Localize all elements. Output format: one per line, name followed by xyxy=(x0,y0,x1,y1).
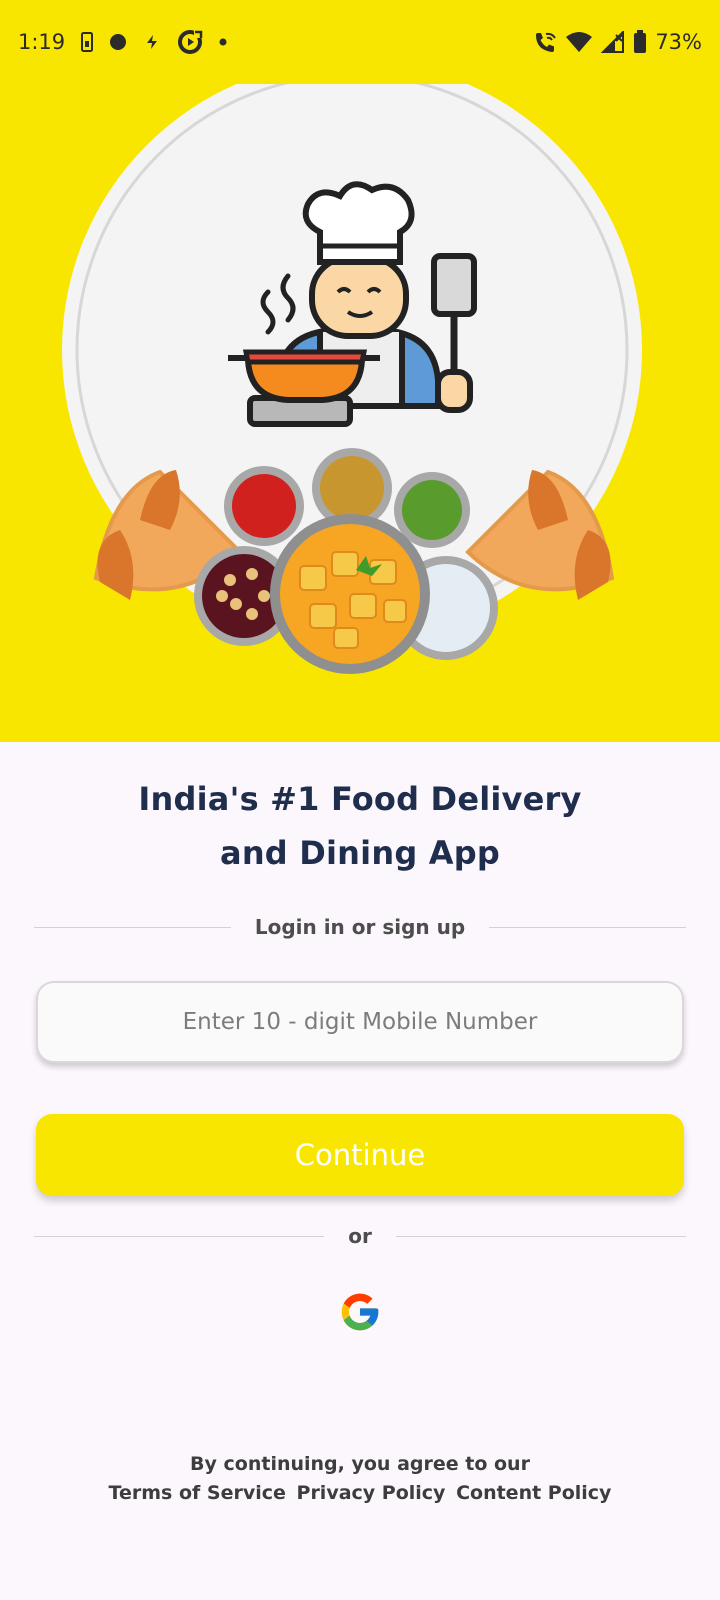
headline: India's #1 Food Delivery and Dining App xyxy=(0,772,720,880)
sync-icon xyxy=(177,29,203,55)
status-bar: 1:19 73% xyxy=(0,0,720,84)
circle-notification-icon xyxy=(109,33,127,51)
privacy-policy-link[interactable]: Privacy Policy xyxy=(297,1482,446,1504)
sim-card-icon xyxy=(81,32,94,52)
battery-percent: 73% xyxy=(655,30,702,54)
content-policy-link[interactable]: Content Policy xyxy=(456,1482,611,1504)
or-divider: or xyxy=(34,1216,687,1256)
wifi-calling-icon xyxy=(533,31,557,53)
headline-line-1: India's #1 Food Delivery xyxy=(138,780,582,818)
or-line-left xyxy=(34,1235,325,1237)
policy-links: Terms of Service Privacy Policy Content … xyxy=(0,1479,720,1508)
divider-line-left xyxy=(34,926,231,928)
divider-line-right xyxy=(489,926,686,928)
login-signup-label: Login in or sign up xyxy=(254,915,466,939)
headline-line-2: and Dining App xyxy=(220,834,500,872)
wifi-icon xyxy=(565,31,593,53)
google-signin-button[interactable] xyxy=(336,1288,384,1336)
battery-icon xyxy=(633,30,647,54)
terms-of-service-link[interactable]: Terms of Service xyxy=(109,1482,286,1504)
or-line-right xyxy=(395,1235,687,1237)
signal-icon xyxy=(601,31,625,53)
continue-button[interactable]: Continue xyxy=(36,1114,684,1196)
agree-text: By continuing, you agree to our xyxy=(190,1453,530,1475)
chef-cooking-with-indian-food-icon xyxy=(62,84,642,674)
terms-footer: By continuing, you agree to our Terms of… xyxy=(0,1450,720,1508)
login-screen: 1:19 73% India's #1 Food Delivery and Di… xyxy=(0,0,720,1600)
status-time: 1:19 xyxy=(18,30,66,54)
mobile-number-input[interactable] xyxy=(36,981,684,1063)
or-label: or xyxy=(348,1224,372,1248)
google-g-icon xyxy=(341,1293,379,1331)
dot-icon xyxy=(219,38,227,46)
flash-icon xyxy=(143,33,161,51)
hero-banner xyxy=(0,84,720,742)
login-divider: Login in or sign up xyxy=(34,907,686,947)
